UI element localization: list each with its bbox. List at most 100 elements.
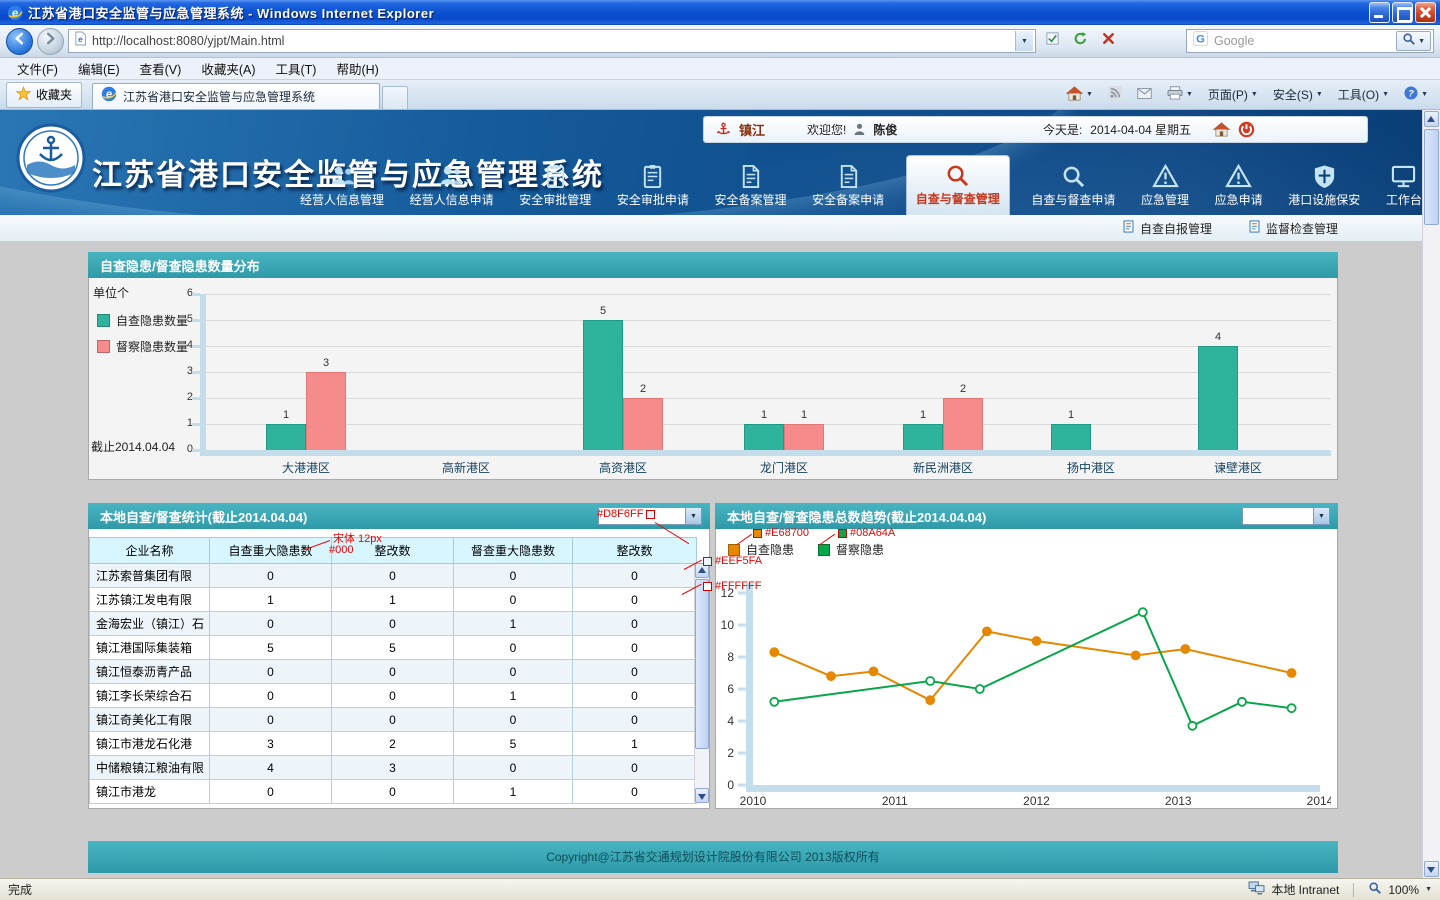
table-row[interactable]: 镇江恒泰沥青产品0000 <box>90 660 697 684</box>
table-row[interactable]: 镇江市港龙0010 <box>90 780 697 804</box>
nav-item-9[interactable]: 应急管理 <box>1137 164 1193 215</box>
y-axis-tick <box>192 293 200 296</box>
feeds-button[interactable] <box>1102 83 1128 106</box>
home-button[interactable]: ▼ <box>1060 83 1099 107</box>
annotation-text: #EEF5FA <box>715 555 762 567</box>
menu-item-6[interactable]: 帮助(H) <box>327 57 387 80</box>
trend-filter-select[interactable]: ▼ <box>1242 507 1330 525</box>
nav-item-7[interactable]: 自查与督查管理 <box>906 155 1010 215</box>
maximize-button[interactable] <box>1392 2 1413 23</box>
clipboard-icon <box>639 164 666 189</box>
menu-item-3[interactable]: 查看(V) <box>131 57 191 80</box>
category-label: 大港港区 <box>241 459 371 476</box>
menu-bar: 文件(F)编辑(E)查看(V)收藏夹(A)工具(T)帮助(H) <box>0 58 1440 80</box>
toolbar-button-3[interactable]: 工具(O)▼ <box>1332 83 1395 106</box>
site-logo <box>16 123 86 198</box>
table-scroll-down-button[interactable] <box>695 788 709 803</box>
magnifier-icon <box>944 163 971 188</box>
bar-chart-panel: 自查隐患/督查隐患数量分布 单位个 自查隐患数量督察隐患数量 截止2014.04… <box>88 252 1338 480</box>
bar <box>583 320 623 450</box>
nav-item-1[interactable]: 经营人信息管理 <box>296 164 388 215</box>
menu-item-5[interactable]: 工具(T) <box>266 57 325 80</box>
nav-item-11[interactable]: 港口设施保安 <box>1284 164 1364 215</box>
nav-item-12[interactable]: 工作台 <box>1382 164 1426 215</box>
table-row[interactable]: 江苏索普集团有限0000 <box>90 564 697 588</box>
ie-logo-icon: e <box>7 5 23 21</box>
search-button[interactable]: ▼ <box>1396 31 1431 51</box>
new-tab-stub[interactable] <box>382 86 408 109</box>
nav-item-3[interactable]: 安全审批管理 <box>515 164 595 215</box>
scroll-thumb[interactable] <box>1424 129 1439 225</box>
sub-nav: 自查自报管理 监督检查管理 <box>0 215 1440 242</box>
minimize-button[interactable] <box>1369 2 1390 23</box>
value-cell: 0 <box>454 636 573 660</box>
menu-item-2[interactable]: 编辑(E) <box>69 57 129 80</box>
search-box[interactable]: G Google ▼ <box>1186 29 1434 53</box>
select-arrow-icon[interactable]: ▼ <box>685 508 701 524</box>
company-name-cell: 镇江港国际集装箱 <box>90 636 210 660</box>
menu-item-4[interactable]: 收藏夹(A) <box>192 57 264 80</box>
stop-button[interactable] <box>1096 29 1120 53</box>
select-arrow-icon[interactable]: ▼ <box>1313 508 1329 524</box>
table-scrollbar[interactable] <box>694 563 709 803</box>
nav-item-10[interactable]: 应急申请 <box>1211 164 1267 215</box>
table-scroll-thumb[interactable] <box>695 579 709 749</box>
compatibility-view-button[interactable] <box>1040 29 1064 53</box>
address-bar[interactable]: e http://localhost:8080/yjpt/Main.html ▼ <box>68 29 1036 53</box>
nav-item-8[interactable]: 自查与督查申请 <box>1027 164 1119 215</box>
annotation-row-bg: #FFFFFF <box>703 580 761 592</box>
toolbar-button-1[interactable]: 页面(P)▼ <box>1202 83 1264 106</box>
refresh-icon <box>1073 31 1088 51</box>
address-dropdown-button[interactable]: ▼ <box>1015 31 1033 51</box>
scroll-down-button[interactable] <box>1424 861 1439 877</box>
nav-item-label: 经营人信息管理 <box>300 191 384 208</box>
bar <box>903 424 943 450</box>
bar-chart-title: 自查隐患/督查隐患数量分布 <box>100 256 260 275</box>
nav-item-2[interactable]: 经营人信息申请 <box>406 164 498 215</box>
line-chart-panel: 本地自查/督查隐患总数趋势(截止2014.04.04) ▼ 自查隐患督察隐患 0… <box>715 503 1338 809</box>
table-row[interactable]: 中储粮镇江粮油有限4300 <box>90 756 697 780</box>
logout-button[interactable] <box>1238 121 1255 138</box>
color-swatch <box>753 529 762 538</box>
table-row[interactable]: 镇江港国际集装箱5500 <box>90 636 697 660</box>
nav-item-5[interactable]: 安全备案管理 <box>711 164 791 215</box>
zoom-dropdown-icon[interactable]: ▼ <box>1425 886 1432 893</box>
table-row[interactable]: 镇江奇美化工有限0000 <box>90 708 697 732</box>
table-row[interactable]: 金海宏业（镇江）石0010 <box>90 612 697 636</box>
table-row[interactable]: 镇江市港龙石化港3251 <box>90 732 697 756</box>
subnav-item-1[interactable]: 自查自报管理 <box>1122 220 1212 237</box>
back-button[interactable] <box>6 28 33 55</box>
scroll-up-button[interactable] <box>1424 111 1439 127</box>
gridline <box>206 320 1331 321</box>
select-value <box>1243 508 1313 524</box>
print-button[interactable]: ▼ <box>1161 83 1199 106</box>
page-scrollbar[interactable] <box>1422 110 1440 878</box>
favorites-button[interactable]: 收藏夹 <box>6 82 82 108</box>
bar-value-label: 4 <box>1197 331 1239 343</box>
help-button[interactable]: ?▼ <box>1398 83 1434 106</box>
read-mail-button[interactable] <box>1131 85 1158 105</box>
search-icon <box>1402 32 1416 51</box>
close-button[interactable] <box>1415 2 1436 23</box>
tab-title: 江苏省港口安全监管与应急管理系统 <box>123 88 315 105</box>
subnav-item-2[interactable]: 监督检查管理 <box>1248 220 1338 237</box>
user-icon <box>854 123 865 136</box>
zoom-level[interactable]: 100% <box>1388 883 1419 897</box>
y-axis-label: 0 <box>173 443 193 455</box>
browser-tab[interactable]: e 江苏省港口安全监管与应急管理系统 <box>92 83 380 109</box>
nav-item-4[interactable]: 安全审批申请 <box>613 164 693 215</box>
nav-item-6[interactable]: 安全备案申请 <box>808 164 888 215</box>
menu-item-1[interactable]: 文件(F) <box>8 57 67 80</box>
search-input[interactable]: Google <box>1214 34 1390 48</box>
bar-value-label: 1 <box>902 409 944 421</box>
table-row[interactable]: 镇江李长荣综合石0010 <box>90 684 697 708</box>
refresh-button[interactable] <box>1068 29 1092 53</box>
y-axis-label: 4 <box>173 339 193 351</box>
home-button[interactable] <box>1213 122 1230 137</box>
date-label: 今天是: <box>1043 121 1082 138</box>
table-row[interactable]: 江苏镇江发电有限1100 <box>90 588 697 612</box>
y-axis <box>200 294 206 456</box>
bar <box>266 424 306 450</box>
forward-button[interactable] <box>37 28 64 55</box>
toolbar-button-2[interactable]: 安全(S)▼ <box>1267 83 1329 106</box>
